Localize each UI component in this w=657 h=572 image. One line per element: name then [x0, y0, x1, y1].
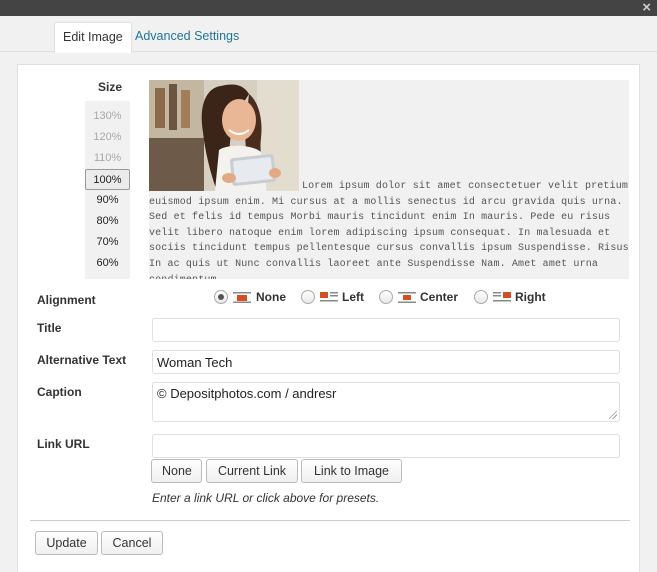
- image-preview: Lorem ipsum dolor sit amet consectetuer …: [149, 80, 629, 279]
- align-center-icon: [398, 292, 416, 303]
- align-right-radio[interactable]: [474, 290, 488, 304]
- link-hint: Enter a link URL or click above for pres…: [152, 491, 380, 505]
- update-button[interactable]: Update: [35, 531, 98, 555]
- size-option-80[interactable]: 80%: [85, 211, 130, 232]
- tab-advanced-settings[interactable]: Advanced Settings: [127, 22, 247, 53]
- size-option-70[interactable]: 70%: [85, 232, 130, 253]
- alt-text-input[interactable]: [152, 350, 620, 374]
- align-right-label: Right: [515, 290, 546, 304]
- link-url-label: Link URL: [37, 437, 90, 451]
- title-label: Title: [37, 321, 62, 335]
- align-left-option[interactable]: Left: [301, 289, 371, 305]
- size-option-130[interactable]: 130%: [85, 106, 130, 127]
- tab-bar: Edit Image Advanced Settings: [0, 16, 657, 53]
- align-none-label: None: [256, 290, 286, 304]
- tab-edit-image[interactable]: Edit Image: [54, 22, 132, 53]
- align-center-option[interactable]: Center: [379, 289, 464, 305]
- divider: [30, 520, 630, 521]
- alignment-label: Alignment: [37, 293, 96, 307]
- align-none-icon: [233, 292, 251, 303]
- link-none-button[interactable]: None: [151, 459, 202, 483]
- alt-text-label: Alternative Text: [37, 353, 127, 367]
- size-option-90[interactable]: 90%: [85, 190, 130, 211]
- caption-label: Caption: [37, 385, 82, 399]
- woman-tech-photo: [149, 80, 299, 191]
- close-icon[interactable]: ×: [642, 0, 651, 16]
- align-left-label: Left: [342, 290, 364, 304]
- current-link-button[interactable]: Current Link: [206, 459, 298, 483]
- title-input[interactable]: [152, 318, 620, 342]
- align-right-option[interactable]: Right: [474, 289, 554, 305]
- align-left-radio[interactable]: [301, 290, 315, 304]
- size-option-110[interactable]: 110%: [85, 148, 130, 169]
- caption-textarea[interactable]: © Depositphotos.com / andresr: [152, 382, 620, 422]
- caption-value: © Depositphotos.com / andresr: [157, 386, 337, 401]
- align-none-option[interactable]: None: [214, 289, 289, 305]
- size-option-120[interactable]: 120%: [85, 127, 130, 148]
- link-url-input[interactable]: [152, 434, 620, 458]
- modal-titlebar: ×: [0, 0, 657, 16]
- align-right-icon: [493, 292, 511, 302]
- cancel-button[interactable]: Cancel: [101, 531, 163, 555]
- size-heading: Size: [98, 80, 123, 94]
- size-option-100[interactable]: 100%: [85, 169, 130, 190]
- align-center-radio[interactable]: [379, 290, 393, 304]
- preview-image: [149, 80, 299, 191]
- align-center-label: Center: [420, 290, 459, 304]
- resize-handle-icon[interactable]: [609, 411, 617, 419]
- size-selector: 130% 120% 110% 100% 90% 80% 70% 60%: [85, 101, 130, 279]
- size-option-60[interactable]: 60%: [85, 253, 130, 274]
- align-none-radio[interactable]: [214, 290, 228, 304]
- link-to-image-button[interactable]: Link to Image: [301, 459, 402, 483]
- align-left-icon: [320, 292, 338, 302]
